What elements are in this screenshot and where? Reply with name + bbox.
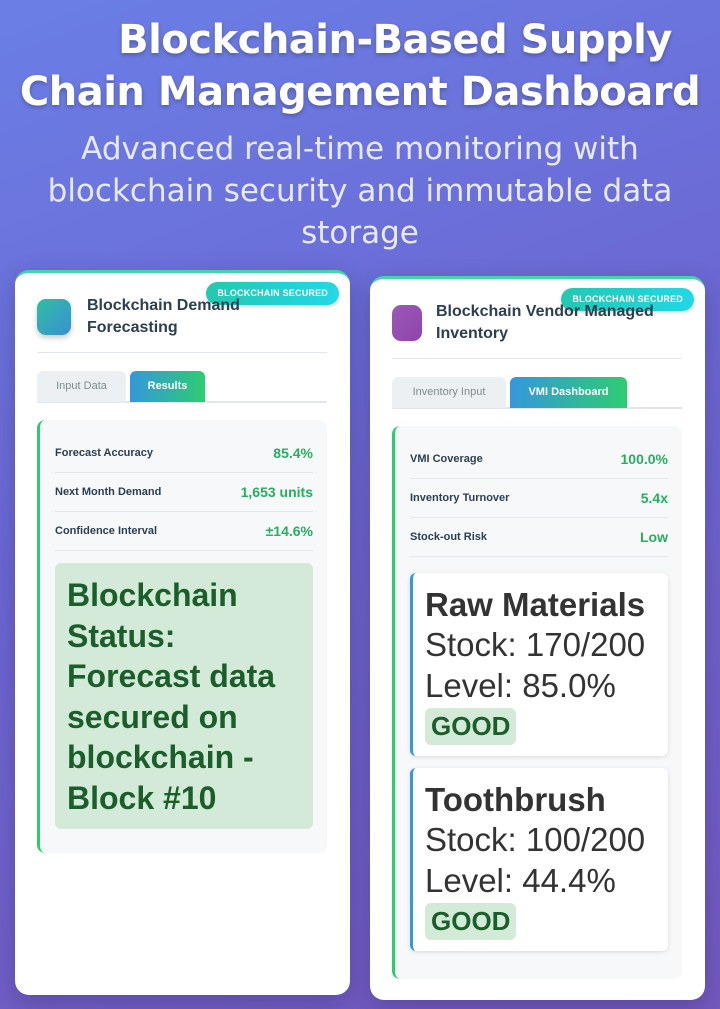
forecast-icon xyxy=(37,299,71,335)
tab-inventory-input[interactable]: Inventory Input xyxy=(392,377,506,408)
page-title: Blockchain-Based Supply Chain Management… xyxy=(0,14,720,118)
metric-label: Confidence Interval xyxy=(55,525,158,537)
inventory-item-card: Toothbrush Stock: 100/200 Level: 44.4% G… xyxy=(410,768,668,951)
metric-row: Stock-out Risk Low xyxy=(410,518,668,557)
metric-row: Confidence Interval ±14.6% xyxy=(55,512,313,551)
item-level: Level: 44.4% xyxy=(425,861,616,899)
status-badge: GOOD xyxy=(425,903,517,940)
card-header: Blockchain Demand Forecasting xyxy=(37,295,327,353)
status-badge: GOOD xyxy=(425,708,517,745)
item-stock: Stock: 170/200 xyxy=(425,626,646,663)
item-name: Raw Materials xyxy=(425,586,646,623)
vmi-panel: VMI Coverage 100.0% Inventory Turnover 5… xyxy=(392,426,682,979)
card-title: Blockchain Demand Forecasting xyxy=(87,297,240,336)
metric-label: Inventory Turnover xyxy=(410,492,510,504)
results-panel: Forecast Accuracy 85.4% Next Month Deman… xyxy=(37,420,327,853)
metric-value: 85.4% xyxy=(273,445,313,461)
forecast-card: BLOCKCHAIN SECURED Blockchain Demand For… xyxy=(15,270,350,995)
metric-row: Forecast Accuracy 85.4% xyxy=(55,434,313,473)
metric-label: VMI Coverage xyxy=(410,453,483,465)
tab-input-data[interactable]: Input Data xyxy=(37,371,126,402)
item-level: Level: 85.0% xyxy=(425,666,616,704)
metric-value: 100.0% xyxy=(620,451,668,467)
vmi-card: BLOCKCHAIN SECURED Blockchain Vendor Man… xyxy=(370,276,705,1000)
metric-label: Forecast Accuracy xyxy=(55,447,154,459)
item-stock: Stock: 100/200 xyxy=(425,821,646,858)
metric-row: Inventory Turnover 5.4x xyxy=(410,479,668,518)
card-header: Blockchain Vendor Managed Inventory xyxy=(392,301,682,359)
page-title-line1: Blockchain-Based Supply xyxy=(118,17,672,63)
metric-row: Next Month Demand 1,653 units xyxy=(55,473,313,512)
tab-results[interactable]: Results xyxy=(130,371,205,402)
page-subtitle: Advanced real-time monitoring with block… xyxy=(47,131,673,251)
metric-label: Next Month Demand xyxy=(55,486,162,498)
tab-bar: Inventory Input VMI Dashboard xyxy=(392,377,682,409)
tab-bar: Input Data Results xyxy=(37,371,327,403)
metric-value: 5.4x xyxy=(640,490,668,506)
tab-vmi-dashboard[interactable]: VMI Dashboard xyxy=(510,377,627,408)
metric-row: VMI Coverage 100.0% xyxy=(410,440,668,479)
card-title: Blockchain Vendor Managed Inventory xyxy=(436,303,654,342)
metric-value: ±14.6% xyxy=(265,523,313,539)
blockchain-status-message: Blockchain Status: Forecast data secured… xyxy=(55,563,313,829)
inventory-icon xyxy=(392,305,422,341)
metric-value: 1,653 units xyxy=(240,484,313,500)
metric-label: Stock-out Risk xyxy=(410,531,488,543)
inventory-item-card: Raw Materials Stock: 170/200 Level: 85.0… xyxy=(410,573,668,756)
page-title-line2: Chain Management Dashboard xyxy=(19,69,701,115)
item-name: Toothbrush xyxy=(425,781,606,818)
metric-value: Low xyxy=(640,529,668,545)
